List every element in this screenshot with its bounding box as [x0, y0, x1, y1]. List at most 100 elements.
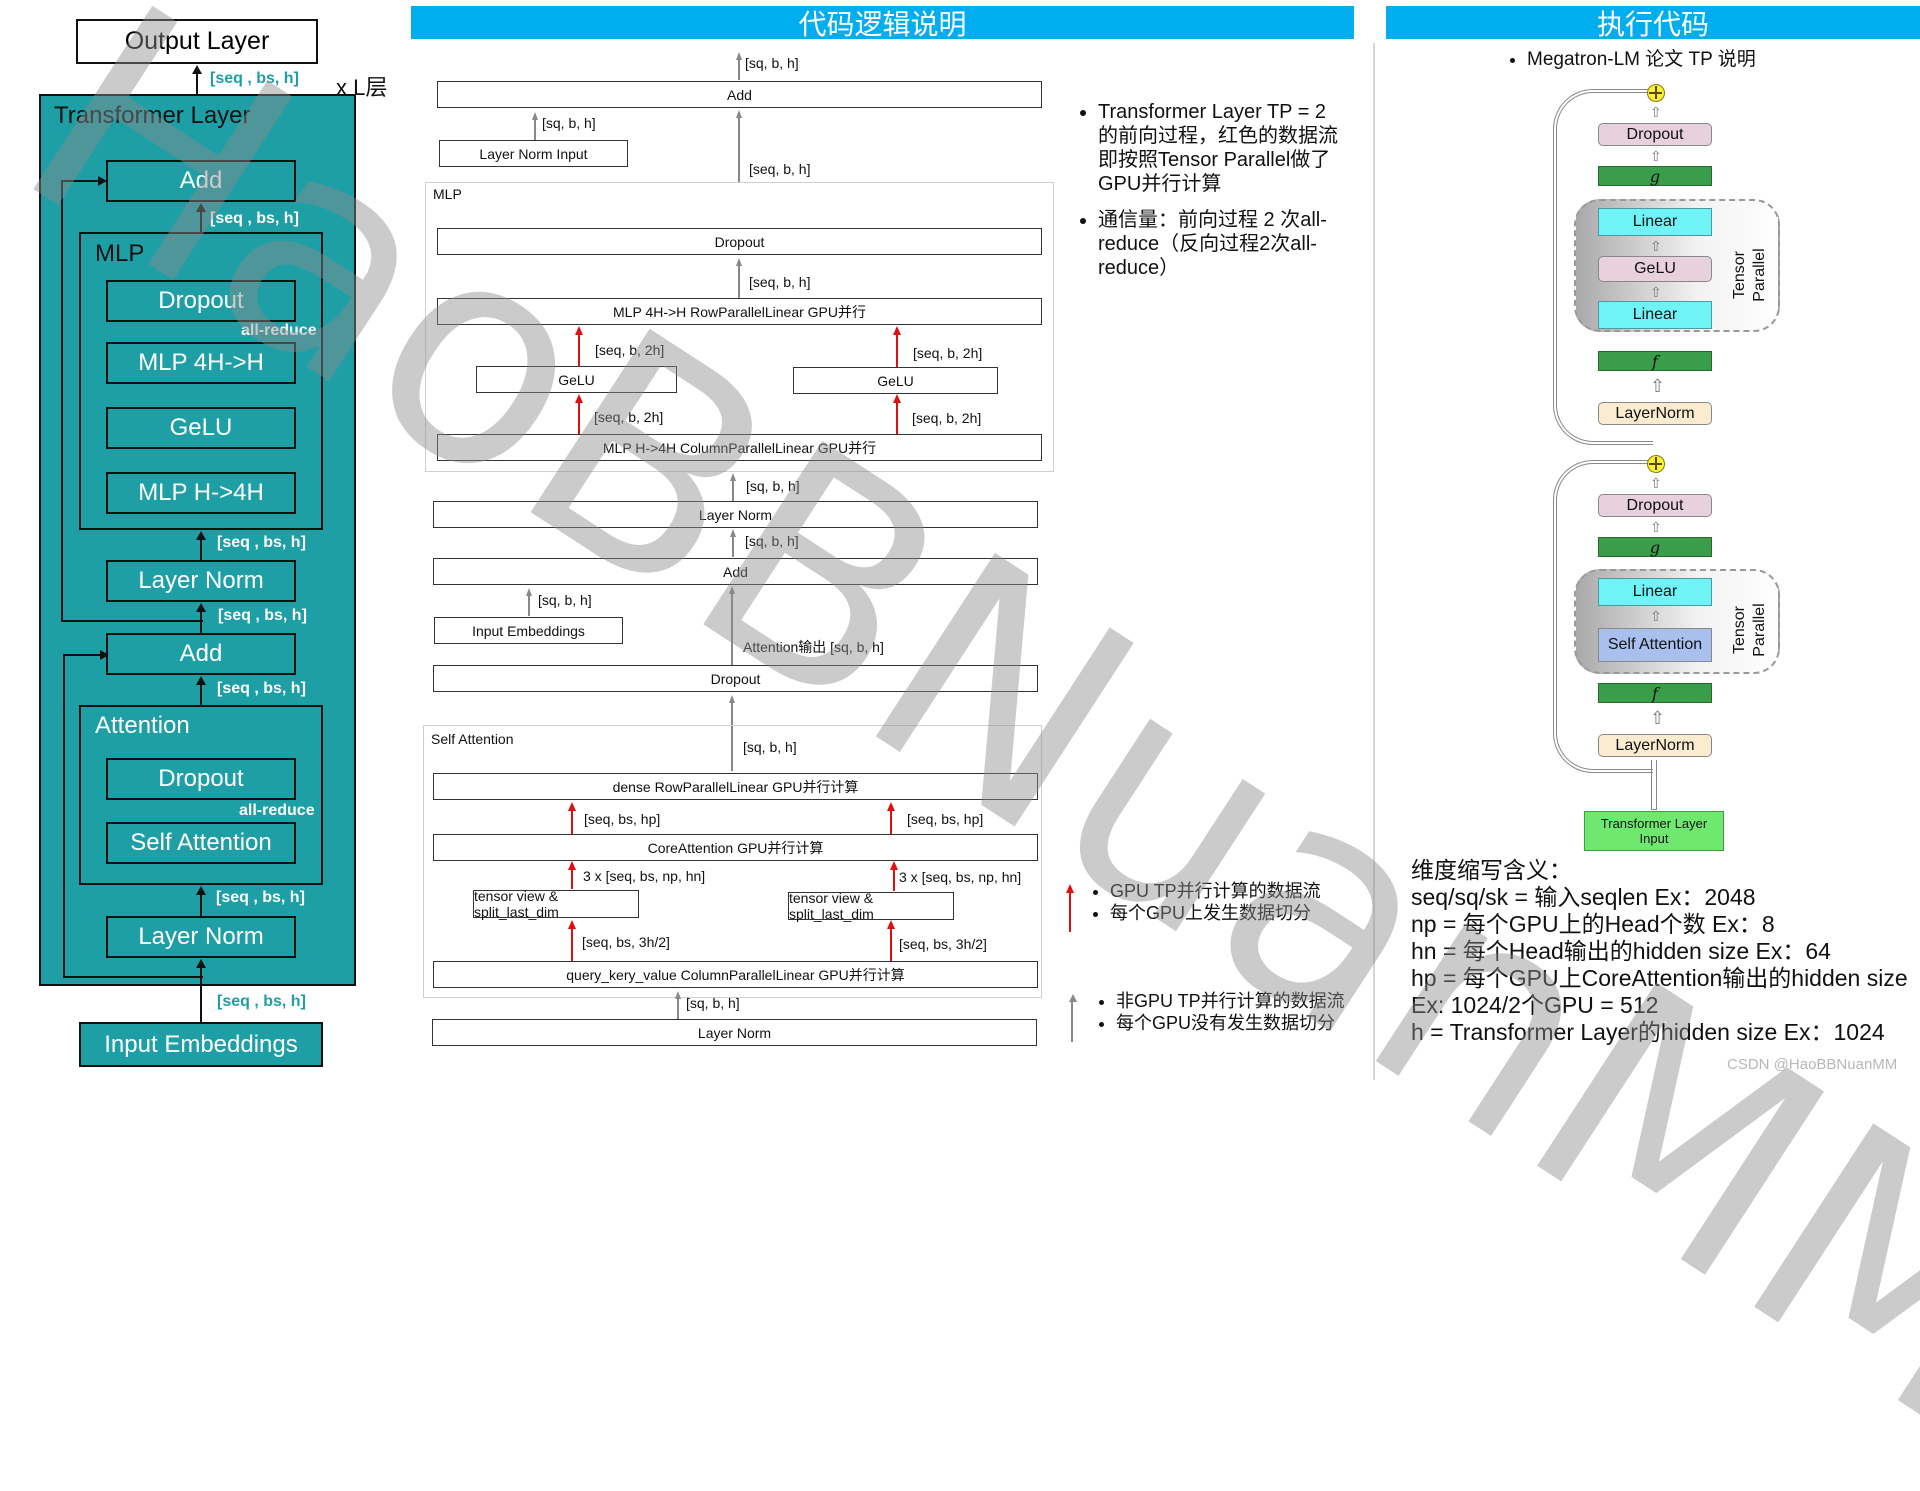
- dim-label: [seq , bs, h]: [210, 210, 299, 227]
- red-flow-line: [896, 400, 898, 434]
- legend-red-line1: GPU TP并行计算的数据流: [1110, 880, 1321, 902]
- mlp-group: [425, 182, 1054, 472]
- split-block-right: tensor view & split_last_dim: [788, 890, 954, 922]
- input-embeddings-label: Input Embeddings: [472, 622, 585, 639]
- dropout-label: Dropout: [1626, 125, 1684, 143]
- dim-label: [seq, bs, 3h/2]: [582, 934, 670, 950]
- all-reduce-label-mlp: all-reduce: [241, 322, 317, 339]
- legend-gray-line2: 每个GPU没有发生数据切分: [1116, 1012, 1345, 1034]
- attn-dropout-block: Dropout: [106, 758, 296, 800]
- middle-header-title: 代码逻辑说明: [798, 8, 967, 40]
- self-attention-group-title: Self Attention: [431, 731, 514, 747]
- attention-output-label: Attention输出 [sq, b, h]: [743, 639, 884, 655]
- gray-arrow-icon: [736, 258, 742, 266]
- add-label: Add: [727, 86, 752, 103]
- red-flow-line: [578, 400, 580, 434]
- split-block-left: tensor view & split_last_dim: [473, 888, 639, 920]
- gelu-label: GeLU: [169, 414, 233, 441]
- csdn-credit: CSDN @HaoBBNuanMM: [1727, 1056, 1898, 1073]
- row-parallel-block: MLP 4H->H RowParallelLinear GPU并行: [437, 298, 1042, 325]
- red-arrow-icon: [890, 861, 898, 870]
- add-block-mid: Add: [433, 558, 1038, 585]
- red-arrow-icon: [893, 326, 901, 335]
- red-flow-line: [890, 926, 892, 961]
- layernorm-label: LayerNorm: [1615, 404, 1695, 422]
- g-operator-block: g: [1598, 166, 1712, 186]
- core-attention-label: CoreAttention GPU并行计算: [647, 839, 824, 856]
- right-header-title: 执行代码: [1596, 8, 1709, 40]
- arrow-up-icon: [196, 531, 206, 540]
- gray-arrow-icon: [736, 52, 742, 60]
- linear-block: Linear: [1598, 578, 1712, 606]
- legend-red: GPU TP并行计算的数据流 每个GPU上发生数据切分: [1080, 880, 1321, 924]
- split-label: tensor view & split_last_dim: [789, 890, 874, 922]
- layer-norm-block: Layer Norm: [433, 501, 1038, 528]
- dims-line-h: h = Transformer Layer的hidden size Ex：102…: [1411, 1019, 1885, 1045]
- column-parallel-block: MLP H->4H ColumnParallelLinear GPU并行: [437, 434, 1042, 461]
- up-arrow-icon: ⇧: [1650, 708, 1666, 728]
- add-circle-icon: [1647, 455, 1665, 473]
- self-attention-block: Self Attention: [106, 822, 296, 864]
- legend-red-line: [1069, 892, 1071, 932]
- up-arrow-icon: ⇧: [1650, 519, 1662, 535]
- mlp-4h-h-label: MLP 4H->H: [138, 349, 264, 376]
- up-arrow-icon: ⇧: [1650, 475, 1662, 491]
- add-circle-icon: [1647, 84, 1665, 102]
- arrow-up-icon: [196, 886, 206, 895]
- legend-red-line2: 每个GPU上发生数据切分: [1110, 902, 1321, 924]
- layer-norm-block-bottom: Layer Norm: [432, 1019, 1037, 1046]
- linear-label: Linear: [1632, 213, 1678, 230]
- dim-label: [seq , bs, h]: [216, 889, 305, 906]
- gray-arrow-icon: [729, 586, 735, 594]
- arrow-up-icon: [196, 959, 206, 968]
- red-arrow-icon: [575, 326, 583, 335]
- self-attention-label: Self Attention: [1607, 636, 1703, 653]
- add-label: Add: [179, 167, 223, 194]
- residual-line: [61, 180, 101, 182]
- red-arrow-icon: [887, 920, 895, 929]
- subtitle-text: Megatron-LM 论文 TP 说明: [1527, 48, 1756, 72]
- linear-label: Linear: [1632, 306, 1678, 323]
- attn-dropout-block: Dropout: [1598, 494, 1712, 517]
- add-label: Add: [723, 563, 748, 580]
- arrow-up-icon: [192, 65, 202, 74]
- gelu-block-right: GeLU: [793, 367, 998, 394]
- arrow-line: [200, 965, 202, 1022]
- arrow-line: [200, 537, 202, 561]
- gray-arrow-icon: [675, 991, 681, 999]
- f-operator-block: f: [1598, 351, 1712, 371]
- dim-label: 3 x [seq, bs, np, hn]: [899, 869, 1022, 885]
- dense-label: dense RowParallelLinear GPU并行计算: [612, 778, 859, 795]
- note-bullet-tp: Transformer Layer TP = 2 的前向过程，红色的数据流即按照…: [1098, 100, 1348, 196]
- gray-arrow-icon: [532, 112, 538, 120]
- residual-line-top: [61, 180, 63, 622]
- linear-block-top: Linear: [1598, 208, 1712, 236]
- gray-flow-line: [738, 112, 740, 182]
- dim-label: 3 x [seq, bs, np, hn]: [583, 868, 706, 884]
- column-parallel-label: MLP H->4H ColumnParallelLinear GPU并行: [602, 439, 877, 456]
- tensor-parallel-label: Tensor Parallel: [1731, 603, 1768, 657]
- arrow-line: [200, 682, 202, 706]
- gelu-label: GeLU: [877, 372, 914, 389]
- dropout-block-attn: Dropout: [433, 665, 1038, 692]
- linear-block-bottom: Linear: [1598, 301, 1712, 329]
- g-label: g: [1649, 166, 1661, 186]
- layernorm-block-mlp: LayerNorm: [1598, 402, 1712, 425]
- gray-arrow-icon: [730, 529, 736, 537]
- dim-label: [sq, b, h]: [745, 533, 799, 549]
- gelu-label: GeLU: [558, 371, 595, 388]
- dim-label: [seq, b, 2h]: [912, 410, 982, 426]
- dropout-label: Dropout: [714, 233, 765, 250]
- up-arrow-icon: ⇧: [1650, 284, 1662, 300]
- dim-label-input: [seq , bs, h]: [217, 993, 306, 1010]
- dim-label: [seq , bs, h]: [218, 607, 307, 624]
- input-embeddings-label: Input Embeddings: [104, 1030, 298, 1058]
- core-attention-block: CoreAttention GPU并行计算: [433, 834, 1038, 861]
- legend-gray-line: [1071, 1000, 1073, 1042]
- layer-norm-label: Layer Norm: [138, 923, 264, 950]
- dim-label: [seq, b, 2h]: [913, 345, 983, 361]
- residual-line: [61, 620, 203, 622]
- arrow-up-icon: [196, 203, 206, 212]
- add-block-top: Add: [106, 160, 296, 202]
- residual-line: [63, 654, 103, 656]
